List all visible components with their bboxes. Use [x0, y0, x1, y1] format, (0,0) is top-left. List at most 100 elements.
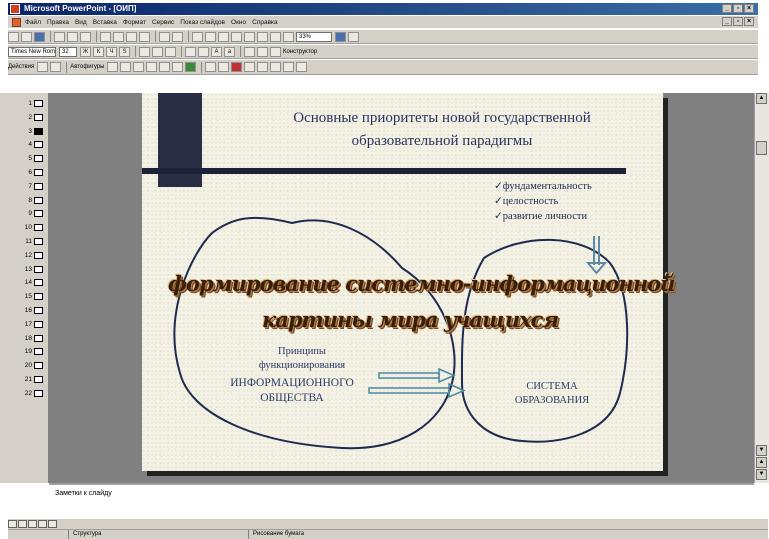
- promote-icon[interactable]: [244, 46, 255, 57]
- outline-slide-item[interactable]: 20: [22, 361, 46, 371]
- line-style-icon[interactable]: [244, 62, 256, 72]
- slide-thumbnail-icon[interactable]: [34, 376, 43, 383]
- select-arrow-icon[interactable]: [37, 62, 49, 72]
- outline-slide-item[interactable]: 12: [22, 251, 46, 261]
- outline-slide-item[interactable]: 8: [22, 196, 46, 206]
- slide-thumbnail-icon[interactable]: [34, 348, 43, 356]
- slide-thumbnail-icon[interactable]: [34, 293, 43, 301]
- outline-slide-item[interactable]: 7: [22, 182, 46, 192]
- menu-edit[interactable]: Правка: [47, 19, 69, 26]
- menu-view[interactable]: Вид: [75, 19, 87, 26]
- slide-thumbnail-icon[interactable]: [34, 100, 43, 107]
- redo-icon[interactable]: [172, 31, 183, 42]
- previous-slide-button[interactable]: ▲: [756, 457, 767, 468]
- open-icon[interactable]: [21, 31, 32, 42]
- scroll-thumb[interactable]: [756, 141, 767, 155]
- vertical-scrollbar[interactable]: ▲ ▼ ▲ ▼: [754, 93, 769, 483]
- bold-icon[interactable]: Ж: [80, 46, 91, 57]
- menu-window[interactable]: Окно: [231, 19, 246, 26]
- outline-slide-item[interactable]: 19: [22, 347, 46, 357]
- slide-thumbnail-icon[interactable]: [34, 196, 43, 204]
- font-color-icon[interactable]: [231, 62, 243, 72]
- tables-borders-icon[interactable]: [205, 31, 216, 42]
- insert-chart-icon[interactable]: [231, 31, 242, 42]
- slide-view-icon[interactable]: [28, 520, 37, 528]
- copy-icon[interactable]: [113, 31, 124, 42]
- line-color-icon[interactable]: [218, 62, 230, 72]
- grayscale-icon[interactable]: [283, 31, 294, 42]
- slide-thumbnail-icon[interactable]: [34, 251, 43, 259]
- undo-icon[interactable]: [159, 31, 170, 42]
- autoshapes-menu[interactable]: Автофигуры: [70, 64, 104, 70]
- outline-view-icon[interactable]: [18, 520, 27, 528]
- format-painter-icon[interactable]: [139, 31, 150, 42]
- checklist[interactable]: ✓фундаментальность ✓целостность ✓развити…: [494, 179, 592, 224]
- outline-slide-item[interactable]: 10: [22, 223, 46, 233]
- animation-icon[interactable]: [270, 46, 281, 57]
- outline-slide-item[interactable]: 22: [22, 389, 46, 399]
- outline-slide-item[interactable]: 16: [22, 306, 46, 316]
- principles-heading[interactable]: Принципы функционирования: [252, 345, 352, 373]
- cut-icon[interactable]: [100, 31, 111, 42]
- wordart-line2[interactable]: картины мира учащихся: [262, 307, 559, 332]
- 3d-style-icon[interactable]: [296, 62, 308, 72]
- outline-slide-item[interactable]: 2: [22, 113, 46, 123]
- outline-slide-item[interactable]: 14: [22, 278, 46, 288]
- increase-font-icon[interactable]: A: [211, 46, 222, 57]
- hyperlink-icon[interactable]: [192, 31, 203, 42]
- outline-slide-item[interactable]: 11: [22, 237, 46, 247]
- close-button[interactable]: ×: [744, 4, 754, 13]
- help-icon[interactable]: [335, 31, 346, 42]
- line-icon[interactable]: [107, 62, 119, 72]
- slide-thumbnail-icon[interactable]: [34, 224, 43, 232]
- normal-view-icon[interactable]: [8, 520, 17, 528]
- double-down-arrow[interactable]: [585, 236, 608, 275]
- clipart-icon[interactable]: [185, 62, 197, 72]
- menu-slideshow[interactable]: Показ слайдов: [180, 19, 225, 26]
- rectangle-icon[interactable]: [133, 62, 145, 72]
- slide-thumbnail-icon[interactable]: [34, 320, 43, 328]
- slide-thumbnail-icon[interactable]: [34, 362, 43, 370]
- slide-canvas[interactable]: Основные приоритеты новой государственно…: [142, 93, 675, 471]
- outline-slide-item[interactable]: 18: [22, 334, 46, 344]
- outline-slide-item[interactable]: 4: [22, 140, 46, 150]
- menu-help[interactable]: Справка: [252, 19, 278, 26]
- wordart-icon[interactable]: [172, 62, 184, 72]
- slide-thumbnail-icon[interactable]: [34, 389, 43, 397]
- left-freeform-outline[interactable]: [173, 216, 456, 450]
- doc-restore-button[interactable]: ▫: [733, 17, 743, 26]
- education-system-label[interactable]: СИСТЕМА ОБРАЗОВАНИЯ: [497, 380, 607, 408]
- wordart-line1[interactable]: формирование системно-информационной: [168, 271, 675, 296]
- slide-thumbnail-icon[interactable]: [34, 169, 43, 176]
- actions-menu[interactable]: Действия: [8, 64, 34, 70]
- shadow-style-icon[interactable]: [283, 62, 295, 72]
- align-left-icon[interactable]: [139, 46, 150, 57]
- oval-icon[interactable]: [146, 62, 158, 72]
- outline-slide-item[interactable]: 1: [22, 99, 46, 109]
- slide-sorter-icon[interactable]: [38, 520, 47, 528]
- spelling-icon[interactable]: [80, 31, 91, 42]
- print-icon[interactable]: [54, 31, 65, 42]
- underline-icon[interactable]: Ч: [106, 46, 117, 57]
- scroll-up-button[interactable]: ▲: [756, 93, 767, 104]
- document-icon[interactable]: [12, 17, 21, 27]
- expand-all-icon[interactable]: [257, 31, 268, 42]
- slide-thumbnail-icon[interactable]: [34, 265, 43, 273]
- next-slide-button[interactable]: ▼: [756, 469, 767, 480]
- fill-color-icon[interactable]: [205, 62, 217, 72]
- font-name-select[interactable]: Times New Roman: [8, 46, 56, 57]
- font-size-select[interactable]: 32: [59, 46, 77, 57]
- outline-slide-item[interactable]: 3: [22, 127, 46, 137]
- slide-thumbnail-icon[interactable]: [34, 334, 43, 342]
- outline-slide-item[interactable]: 9: [22, 209, 46, 219]
- notes-pane[interactable]: Заметки к слайду: [49, 483, 754, 519]
- menu-insert[interactable]: Вставка: [93, 19, 117, 26]
- slide-thumbnail-icon[interactable]: [34, 210, 43, 218]
- minimize-button[interactable]: _: [722, 4, 732, 13]
- italic-icon[interactable]: К: [93, 46, 104, 57]
- menu-tools[interactable]: Сервис: [152, 19, 174, 26]
- numbering-icon[interactable]: [185, 46, 196, 57]
- new-icon[interactable]: [8, 31, 19, 42]
- align-center-icon[interactable]: [152, 46, 163, 57]
- textbox-icon[interactable]: [159, 62, 171, 72]
